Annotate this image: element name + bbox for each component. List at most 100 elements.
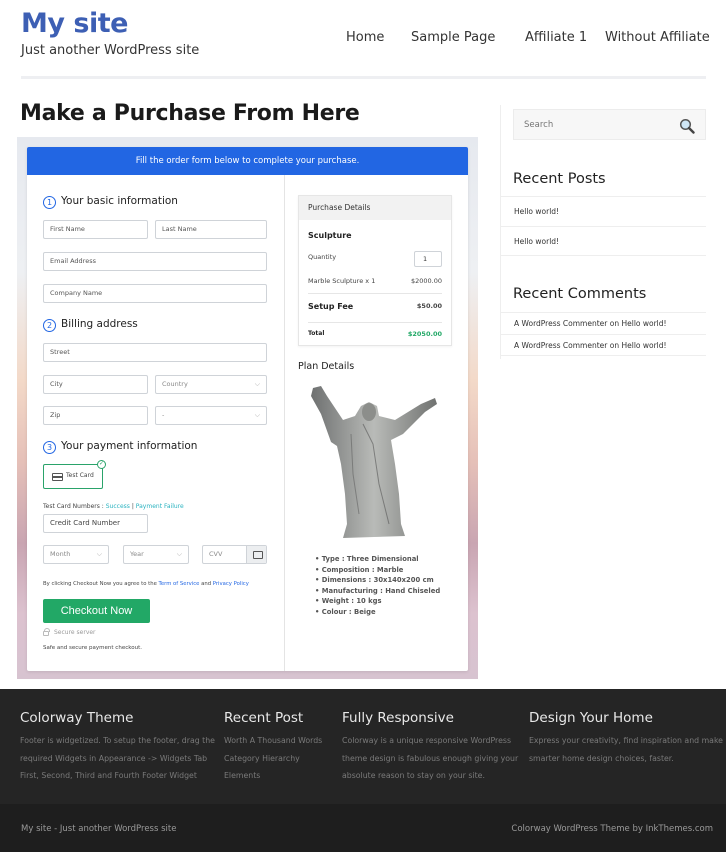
footer-line: required Widgets in Appearance -> Widget…: [20, 753, 208, 763]
company-field[interactable]: Company Name: [43, 284, 267, 303]
zip-field[interactable]: Zip: [43, 406, 148, 425]
setup-fee-price: $50.00: [416, 302, 442, 310]
lock-icon: [43, 628, 50, 636]
test-card-label: Test Card Numbers :: [43, 503, 104, 510]
chevron-down-icon: ⌵: [254, 380, 260, 388]
total-label: Total: [308, 330, 325, 337]
last-name-field[interactable]: Last Name: [155, 220, 267, 239]
city-field[interactable]: City: [43, 375, 148, 394]
step-title: Your payment information: [61, 440, 198, 452]
comment-post-link[interactable]: Hello world!: [621, 341, 666, 350]
first-name-field[interactable]: First Name: [43, 220, 148, 239]
theme-credit-link[interactable]: Colorway WordPress Theme by InkThemes.co…: [511, 824, 713, 834]
recent-post-link[interactable]: Hello world!: [500, 226, 706, 256]
footer-line: absolute reason to stay on your site.: [342, 771, 485, 780]
street-field[interactable]: Street: [43, 343, 267, 362]
year-select[interactable]: Year ⌵: [123, 545, 189, 564]
recent-comment: A WordPress Commenter on Hello world!: [500, 312, 706, 334]
purchase-details-header: Purchase Details: [299, 196, 451, 220]
footer-post-link[interactable]: Elements: [224, 767, 322, 785]
recent-comments-title: Recent Comments: [513, 286, 647, 302]
header-divider: [21, 76, 706, 79]
main-nav: Home Sample Page Affiliate 1 Without Aff…: [0, 30, 726, 48]
chevron-down-icon: ⌵: [96, 550, 102, 558]
footer-title: Recent Post: [224, 710, 304, 726]
footer-line: Footer is widgetized. To setup the foote…: [20, 736, 215, 745]
plan-details-title: Plan Details: [298, 361, 355, 372]
terms-link[interactable]: Term of Service: [159, 581, 200, 587]
quantity-input[interactable]: 1: [414, 251, 442, 267]
state-select[interactable]: - ⌵: [155, 406, 267, 425]
plan-item: Dimensions : 30x140x200 cm: [315, 575, 440, 586]
cvv-field[interactable]: CVV: [202, 545, 267, 564]
footer-widgets: Colorway Theme Footer is widgetized. To …: [0, 689, 726, 804]
comment-on: on: [609, 319, 620, 328]
line-item-label: Marble Sculpture x 1: [308, 277, 376, 285]
step-billing: 2 Billing address: [43, 318, 138, 332]
setup-fee-row: Setup Fee $50.00: [308, 302, 442, 311]
month-select-value: Month: [50, 550, 71, 558]
purchase-details-box: Purchase Details Sculpture Quantity 1 Ma…: [298, 195, 452, 346]
comment-post-link[interactable]: Hello world!: [621, 319, 666, 328]
year-select-value: Year: [130, 550, 144, 558]
footer-line: Colorway is a unique responsive WordPres…: [342, 736, 512, 745]
payment-method-label: Test Card: [66, 472, 94, 479]
footer-text: Express your creativity, find inspiratio…: [529, 732, 723, 767]
recent-comment: A WordPress Commenter on Hello world!: [500, 334, 706, 356]
secure-server-label: Secure server: [54, 629, 96, 636]
test-card-numbers: Test Card Numbers : Success | Payment Fa…: [43, 503, 184, 510]
nav-sample-page[interactable]: Sample Page: [411, 30, 495, 45]
email-field[interactable]: Email Address: [43, 252, 267, 271]
total-price: $2050.00: [407, 330, 442, 338]
footer-text: Footer is widgetized. To setup the foote…: [20, 732, 215, 785]
nav-affiliate-1[interactable]: Affiliate 1: [525, 30, 587, 45]
footer-line: Express your creativity, find inspiratio…: [529, 736, 723, 745]
comment-author-link[interactable]: A WordPress Commenter: [514, 319, 607, 328]
search-widget: [513, 109, 706, 140]
statue-image: [311, 386, 437, 538]
step-number-icon: 3: [43, 441, 56, 454]
checkout-now-button[interactable]: Checkout Now: [43, 599, 150, 623]
footer-post-link[interactable]: Worth A Thousand Words: [224, 732, 322, 750]
line-item-price: $2000.00: [410, 277, 442, 285]
step-payment: 3 Your payment information: [43, 440, 197, 454]
footer-post-link[interactable]: Category Hierarchy: [224, 750, 322, 768]
search-input[interactable]: [514, 110, 674, 139]
checkout-form-card: Fill the order form below to complete yo…: [27, 147, 468, 671]
footer-title: Design Your Home: [529, 710, 653, 726]
terms-text: By clicking Checkout Now you agree to th…: [43, 581, 249, 587]
footer-line: smarter home design choices, faster.: [529, 753, 674, 763]
nav-without-affiliate[interactable]: Without Affiliate: [605, 30, 710, 45]
card-number-field[interactable]: Credit Card Number: [43, 514, 148, 533]
plan-item: Type : Three Dimensional: [315, 554, 440, 565]
footer-title: Colorway Theme: [20, 710, 134, 726]
footer-recent-posts: Worth A Thousand Words Category Hierarch…: [224, 732, 322, 785]
country-select[interactable]: Country ⌵: [155, 375, 267, 394]
comment-on: on: [609, 341, 620, 350]
chevron-down-icon: ⌵: [254, 411, 260, 419]
setup-fee-label: Setup Fee: [308, 302, 354, 311]
total-row: Total $2050.00: [308, 330, 442, 338]
recent-posts-title: Recent Posts: [513, 171, 606, 187]
step-title: Your basic information: [61, 195, 178, 207]
footer-title: Fully Responsive: [342, 710, 454, 726]
nav-home[interactable]: Home: [346, 30, 384, 45]
form-banner: Fill the order form below to complete yo…: [27, 147, 468, 175]
test-success-link[interactable]: Success: [106, 503, 130, 510]
recent-post-link[interactable]: Hello world!: [500, 196, 706, 226]
line-item: Marble Sculpture x 1 $2000.00: [308, 277, 442, 285]
country-select-value: Country: [162, 380, 188, 388]
test-failure-link[interactable]: Payment Failure: [136, 503, 184, 510]
search-icon[interactable]: [679, 118, 695, 134]
terms-and: and: [201, 581, 212, 587]
secure-note: Safe and secure payment checkout.: [43, 645, 142, 651]
payment-method-test-card[interactable]: Test Card ✓: [43, 460, 106, 489]
privacy-link[interactable]: Privacy Policy: [213, 581, 249, 587]
footer-text: Colorway is a unique responsive WordPres…: [342, 732, 518, 785]
month-select[interactable]: Month ⌵: [43, 545, 109, 564]
comment-author-link[interactable]: A WordPress Commenter: [514, 341, 607, 350]
state-select-value: -: [162, 411, 165, 419]
step-number-icon: 1: [43, 196, 56, 209]
footer-line: First, Second, Third and Fourth Footer W…: [20, 771, 197, 780]
plan-item: Composition : Marble: [315, 565, 440, 576]
